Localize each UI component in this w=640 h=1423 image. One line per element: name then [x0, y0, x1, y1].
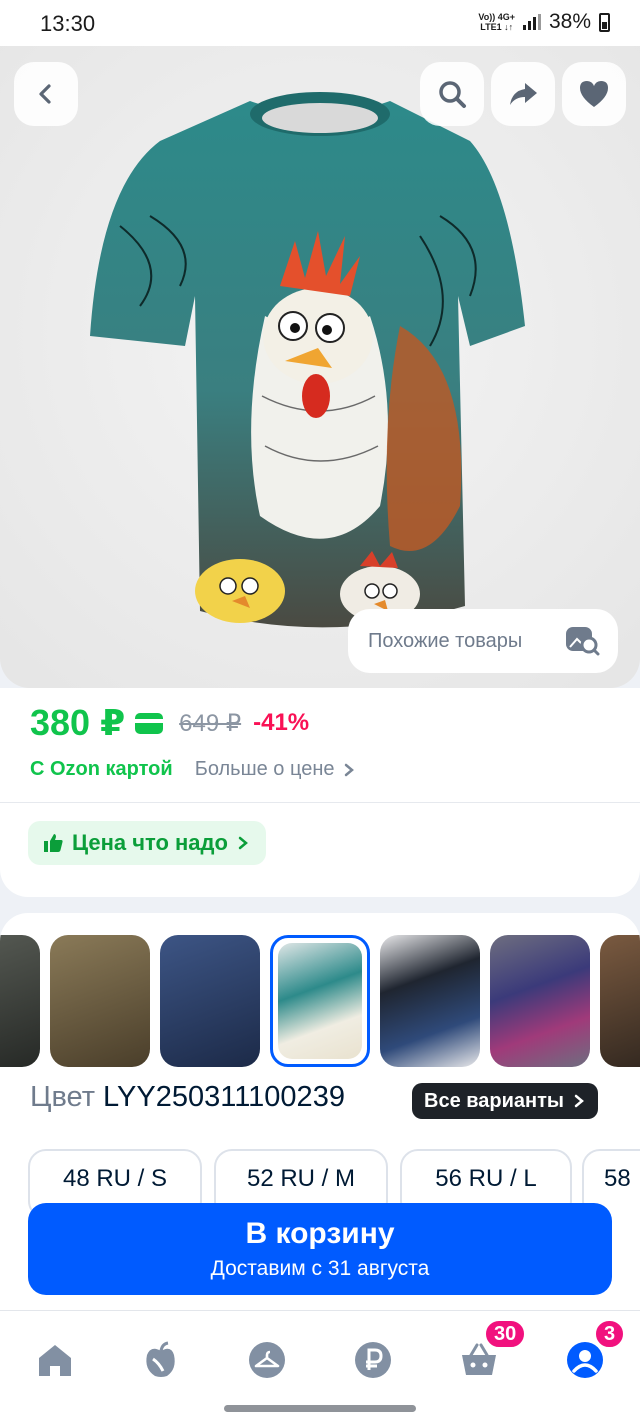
- variant-thumbnail[interactable]: [380, 935, 480, 1067]
- variant-thumbnail[interactable]: [490, 935, 590, 1067]
- product-image[interactable]: [0, 46, 640, 688]
- nav-profile[interactable]: 3: [560, 1319, 626, 1385]
- share-button[interactable]: [491, 62, 555, 126]
- network-bottom: LTE1 ↓↑: [480, 22, 514, 32]
- similar-products-button[interactable]: Похожие товары: [348, 609, 618, 673]
- variant-thumbnail[interactable]: [0, 935, 40, 1067]
- nav-home[interactable]: [30, 1335, 80, 1385]
- price-row: 380 ₽ 649 ₽ -41%: [30, 702, 309, 744]
- size-label: 48 RU / S: [62, 1165, 168, 1192]
- nav-cart[interactable]: 30: [454, 1319, 527, 1385]
- size-option[interactable]: 56 RU / L: [400, 1149, 572, 1210]
- size-label: 56 RU / L: [435, 1165, 537, 1192]
- size-selector[interactable]: 48 RU / S 52 RU / M 56 RU / L 58: [28, 1149, 640, 1210]
- nav-catalog[interactable]: [242, 1335, 292, 1385]
- search-button[interactable]: [420, 62, 484, 126]
- product-page: 13:30 Vo)) 4G+ LTE1 ↓↑ 38% Похожие товар…: [0, 0, 640, 1423]
- nav-finance[interactable]: [348, 1335, 398, 1385]
- discount-label: -41%: [253, 709, 310, 736]
- old-price: 649 ₽: [179, 709, 242, 737]
- price-section: 380 ₽ 649 ₽ -41% С Ozon картой Больше о …: [0, 688, 640, 802]
- all-variants-button[interactable]: Все варианты: [412, 1083, 598, 1119]
- variant-thumbnail[interactable]: [600, 935, 640, 1067]
- size-option[interactable]: 52 RU / M: [214, 1149, 388, 1210]
- search-icon: [439, 81, 466, 108]
- share-icon: [510, 83, 537, 105]
- home-indicator[interactable]: [224, 1405, 416, 1412]
- thumbs-up-icon: [44, 834, 63, 852]
- good-price-label: Цена что надо: [72, 830, 228, 855]
- battery-percent: 38%: [548, 10, 591, 33]
- add-to-cart-label: В корзину: [245, 1217, 395, 1250]
- chevron-right-icon: [238, 836, 248, 850]
- size-option[interactable]: 58: [582, 1149, 640, 1210]
- back-button[interactable]: [14, 62, 78, 126]
- battery-icon: [599, 12, 610, 32]
- more-price-label: Больше о цене: [194, 758, 335, 780]
- ozon-card-label: С Ozon картой: [30, 758, 173, 780]
- color-row: Цвет LYY250311100239: [30, 1081, 345, 1114]
- delivery-label: Доставим с 31 августа: [210, 1257, 430, 1280]
- profile-icon: [567, 1342, 603, 1378]
- home-icon: [39, 1345, 71, 1376]
- network-top: Vo)) 4G+: [478, 12, 515, 22]
- variant-thumbnail[interactable]: [160, 935, 260, 1067]
- apple-icon: [146, 1341, 175, 1377]
- status-time: 13:30: [40, 11, 96, 36]
- signal-icon: [522, 14, 541, 30]
- profile-badge: 3: [594, 1319, 626, 1349]
- network-indicator: Vo)) 4G+ LTE1 ↓↑: [478, 12, 515, 32]
- variant-thumbnail-selected[interactable]: [270, 935, 370, 1067]
- color-thumbnails[interactable]: [0, 935, 640, 1067]
- similar-products-label: Похожие товары: [368, 629, 523, 652]
- badge-section: Цена что надо: [0, 803, 640, 897]
- card-icon: [135, 712, 164, 734]
- current-price: 380 ₽: [30, 702, 126, 743]
- size-label: 52 RU / M: [246, 1165, 356, 1192]
- hanger-icon: [249, 1342, 285, 1378]
- ruble-icon: [355, 1342, 391, 1378]
- size-option[interactable]: 48 RU / S: [28, 1149, 202, 1210]
- product-image-gallery[interactable]: Похожие товары: [0, 46, 640, 688]
- chevron-right-icon: [344, 763, 354, 776]
- status-bar: 13:30 Vo)) 4G+ LTE1 ↓↑ 38%: [0, 0, 640, 46]
- nav-fresh[interactable]: [136, 1335, 186, 1385]
- chevron-left-icon: [39, 84, 51, 104]
- good-price-badge[interactable]: Цена что надо: [28, 821, 266, 865]
- color-label: Цвет: [30, 1081, 95, 1113]
- variants-section: Цвет LYY250311100239 Все варианты 48 RU …: [0, 913, 640, 1210]
- status-indicators: Vo)) 4G+ LTE1 ↓↑ 38%: [478, 10, 610, 34]
- size-label: 58: [604, 1165, 631, 1192]
- add-to-cart-button[interactable]: В корзину Доставим с 31 августа: [28, 1203, 612, 1295]
- favorite-button[interactable]: [562, 62, 626, 126]
- ozon-card-row: С Ozon картой Больше о цене: [30, 758, 357, 781]
- more-price-link[interactable]: Больше о цене: [195, 758, 335, 781]
- heart-icon: [580, 81, 608, 107]
- color-value: LYY250311100239: [103, 1081, 345, 1113]
- cart-badge: 30: [484, 1319, 527, 1349]
- image-search-icon: [566, 627, 600, 656]
- variant-thumbnail[interactable]: [50, 935, 150, 1067]
- all-variants-label: Все варианты: [424, 1089, 564, 1112]
- chevron-right-icon: [574, 1094, 584, 1108]
